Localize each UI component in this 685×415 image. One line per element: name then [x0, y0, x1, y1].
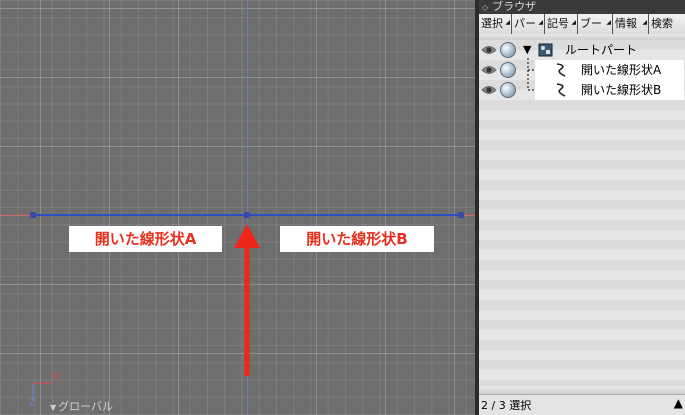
part-icon: [538, 43, 553, 57]
coordinate-system-label: グローバル: [58, 400, 114, 413]
shape-label-b: 開いた線形状B: [280, 226, 434, 252]
tree-label-root-part: ルートパート: [565, 43, 638, 57]
shape-label-a: 開いた線形状A: [69, 226, 222, 252]
render-visibility-icon[interactable]: [500, 82, 516, 98]
render-visibility-icon[interactable]: [500, 62, 516, 78]
eye-icon[interactable]: [481, 44, 497, 56]
gizmo-z-label: Z: [29, 398, 36, 408]
expand-triangle-icon[interactable]: ▼: [523, 40, 531, 60]
selection-count: 2 / 3 選択: [481, 399, 532, 412]
open-line-shape-icon: [556, 83, 566, 97]
eye-icon[interactable]: [481, 84, 497, 96]
tab-part-label: パー: [514, 17, 536, 30]
viewport-overlay: [0, 0, 475, 415]
tab-symbol[interactable]: 記号 ◢: [545, 14, 578, 34]
tab-info-label: 情報: [615, 17, 637, 30]
tab-select[interactable]: 選択 ◢: [479, 14, 512, 34]
resize-handle-bottom[interactable]: [479, 386, 685, 401]
render-visibility-icon[interactable]: [500, 42, 516, 58]
dropdown-triangle-icon: ▼: [50, 403, 57, 412]
tab-search[interactable]: 検索: [649, 14, 685, 34]
tree-label-open-line-shape-b: 開いた線形状B: [581, 83, 662, 97]
triangle-up-icon[interactable]: ▲: [674, 396, 683, 410]
dropdown-triangle-icon: ◢: [571, 19, 576, 26]
dropdown-triangle-icon: ◢: [505, 19, 510, 26]
browser-title: ブラウザ: [492, 0, 537, 13]
tab-symbol-label: 記号: [547, 17, 569, 30]
tree-row-open-line-shape-a[interactable]: 開いた線形状A: [479, 60, 685, 80]
annotation-arrow-head: [234, 224, 260, 248]
browser-panel: ◇ ブラウザ 選択 ◢ パー ◢ 記号 ◢ ブー ◢ 情報 ◢ 検索 ▼ ルート…: [479, 0, 685, 415]
browser-tree[interactable]: ▼ ルートパート 開いた線形状A 開いた線形状B: [479, 40, 685, 386]
tab-info[interactable]: 情報 ◢: [613, 14, 649, 34]
eye-icon[interactable]: [481, 64, 497, 76]
browser-title-bar[interactable]: ◇ ブラウザ: [479, 0, 685, 14]
tree-row-root-part[interactable]: ▼ ルートパート: [479, 40, 685, 60]
tab-part[interactable]: パー ◢: [512, 14, 545, 34]
tab-select-label: 選択: [481, 17, 503, 30]
coordinate-system-menu[interactable]: ▼ グローバル: [50, 398, 113, 414]
3d-viewport[interactable]: 開いた線形状A 開いた線形状B X Z ▼ グローバル: [0, 0, 475, 415]
control-point-end[interactable]: [458, 212, 464, 218]
tab-boolean-label: ブー: [580, 17, 602, 30]
control-point-shared[interactable]: [244, 212, 250, 218]
browser-tab-bar: 選択 ◢ パー ◢ 記号 ◢ ブー ◢ 情報 ◢ 検索: [479, 14, 685, 34]
browser-status-bar: 2 / 3 選択 ▲: [479, 394, 685, 415]
tab-search-label: 検索: [651, 17, 673, 30]
dropdown-triangle-icon: ◢: [642, 19, 647, 26]
tab-boolean[interactable]: ブー ◢: [578, 14, 613, 34]
tree-label-open-line-shape-a: 開いた線形状A: [581, 63, 662, 77]
dropdown-triangle-icon: ◢: [606, 19, 611, 26]
control-point-start[interactable]: [30, 212, 36, 218]
tree-row-open-line-shape-b[interactable]: 開いた線形状B: [479, 80, 685, 100]
dropdown-triangle-icon: ◢: [538, 19, 543, 26]
open-line-shape-icon: [556, 63, 566, 77]
panel-collapse-icon[interactable]: ◇: [482, 3, 488, 12]
gizmo-x-label: X: [53, 372, 60, 382]
